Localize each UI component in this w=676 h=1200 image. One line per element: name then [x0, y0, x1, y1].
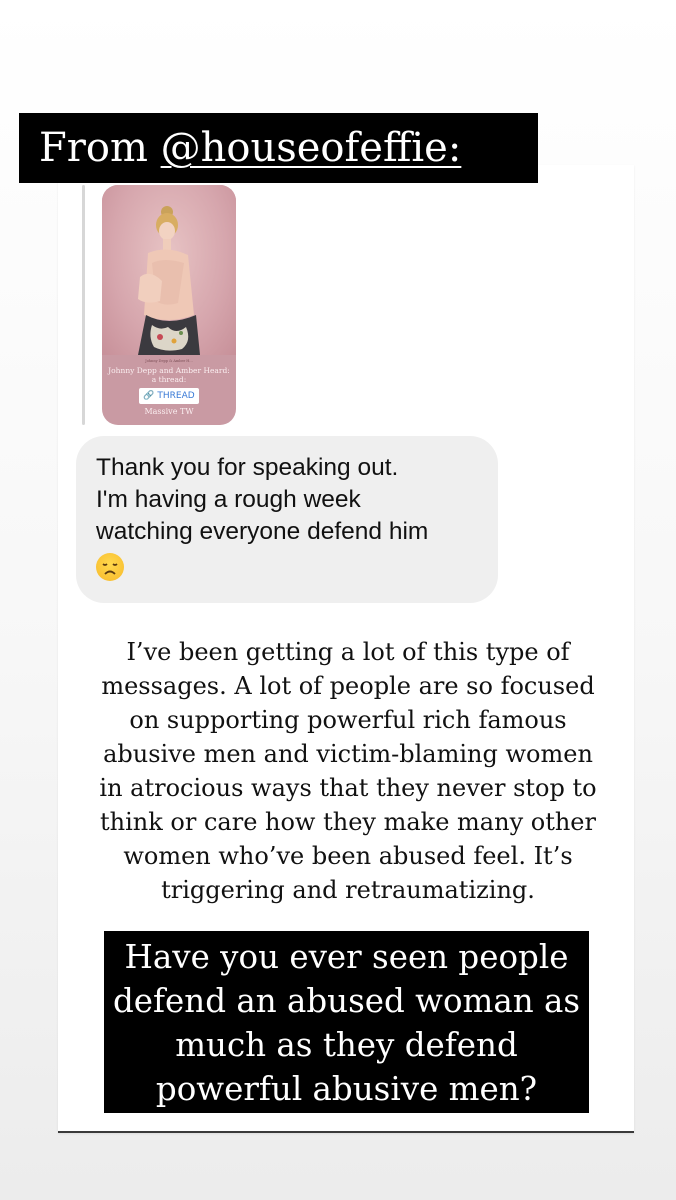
caption-line: abusive men and victim-blaming women [103, 740, 593, 768]
header-prefix: From [39, 125, 161, 171]
caption-line: triggering and retraumatizing. [161, 876, 535, 904]
caption-line: I’ve been getting a lot of this type of [126, 638, 570, 666]
caption-line: women who’ve been abused feel. It’s [123, 842, 573, 870]
post-small-text: Johnny Depp & Amber H... [145, 359, 193, 363]
caption-line: think or care how they make many other [100, 808, 596, 836]
question-line: Have you ever seen people [124, 938, 569, 976]
caption-line: messages. A lot of people are so focused [101, 672, 595, 700]
link-icon: 🔗 [143, 391, 155, 401]
caption-line: on supporting powerful rich famous [129, 706, 567, 734]
message-bubble: Thank you for speaking out. I'm having a… [76, 436, 498, 603]
question-line: defend an abused woman as [112, 982, 581, 1020]
thread-tag[interactable]: 🔗 THREAD [139, 388, 199, 404]
message-line: I'm having a rough week [96, 486, 361, 513]
thread-tag-label: THREAD [157, 391, 195, 401]
portrait-figure [138, 206, 200, 355]
reply-quote-line [82, 185, 85, 425]
header-label: From @houseofeffie: [19, 113, 538, 183]
question-line: much as they defend [175, 1026, 518, 1064]
question-box: Have you ever seen people defend an abus… [104, 931, 589, 1113]
question-line: powerful abusive men? [155, 1070, 538, 1108]
message-line: Thank you for speaking out. [96, 454, 399, 481]
story-caption: I’ve been getting a lot of this type of … [60, 635, 636, 907]
story-bottom-edge [58, 1131, 634, 1133]
source-handle-link[interactable]: @houseofeffie: [161, 125, 462, 171]
post-warning: Massive TW [144, 407, 194, 416]
message-line: watching everyone defend him [96, 518, 429, 545]
post-photo [102, 185, 236, 355]
caption-line: in atrocious ways that they never stop t… [99, 774, 597, 802]
disappointed-face-emoji [96, 552, 124, 581]
post-caption: Johnny Depp and Amber Heard: a thread: [108, 366, 230, 384]
shared-story-thumbnail[interactable]: Johnny Depp & Amber H... Johnny Depp and… [102, 185, 236, 425]
